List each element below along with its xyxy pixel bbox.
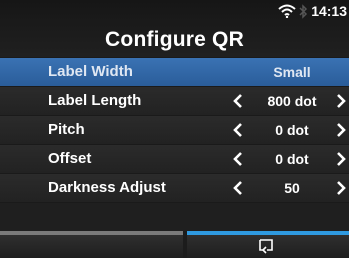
bluetooth-icon xyxy=(299,3,308,19)
menu-item-label: Label Width xyxy=(48,63,133,80)
chevron-left-icon[interactable] xyxy=(232,122,244,138)
chevron-right-icon[interactable] xyxy=(335,93,347,109)
menu-item-label-length[interactable]: Label Length 800 dot xyxy=(0,87,349,115)
wifi-icon xyxy=(278,4,296,18)
softkey-left[interactable] xyxy=(0,231,183,258)
chevron-left-icon[interactable] xyxy=(232,93,244,109)
chevron-left-icon[interactable] xyxy=(232,180,244,196)
menu-item-value: 0 dot xyxy=(275,122,309,138)
page-title: Configure QR xyxy=(105,28,244,51)
menu-item-pitch[interactable]: Pitch 0 dot xyxy=(0,116,349,144)
chevron-right-icon[interactable] xyxy=(335,151,347,167)
chevron-left-icon[interactable] xyxy=(232,151,244,167)
menu-item-label: Pitch xyxy=(48,121,85,138)
menu-item-label: Label Length xyxy=(48,92,142,109)
menu-item-value: Small xyxy=(273,64,311,80)
clock: 14:13 xyxy=(311,3,347,19)
menu-item-offset[interactable]: Offset 0 dot xyxy=(0,145,349,173)
menu-item-label-width[interactable]: Label Width Small xyxy=(0,58,349,86)
menu-item-label: Offset xyxy=(48,150,92,167)
menu-item-darkness-adjust[interactable]: Darkness Adjust 50 xyxy=(0,174,349,202)
enter-icon xyxy=(259,239,273,254)
empty-list-row xyxy=(0,203,349,232)
status-bar: 14:13 xyxy=(278,2,347,20)
menu-item-value: 800 dot xyxy=(267,93,317,109)
chevron-right-icon[interactable] xyxy=(335,122,347,138)
menu-item-value: 50 xyxy=(284,180,300,196)
chevron-right-icon[interactable] xyxy=(335,180,347,196)
menu-item-label: Darkness Adjust xyxy=(48,179,166,196)
printer-screen: 14:13 Configure QR Label Width Small Lab… xyxy=(0,0,349,258)
softkey-bar xyxy=(0,231,349,258)
menu-item-value: 0 dot xyxy=(275,151,309,167)
settings-list: Label Width Small Label Length 800 dot P… xyxy=(0,58,349,232)
header: 14:13 Configure QR xyxy=(0,0,349,57)
softkey-enter[interactable] xyxy=(187,231,349,258)
